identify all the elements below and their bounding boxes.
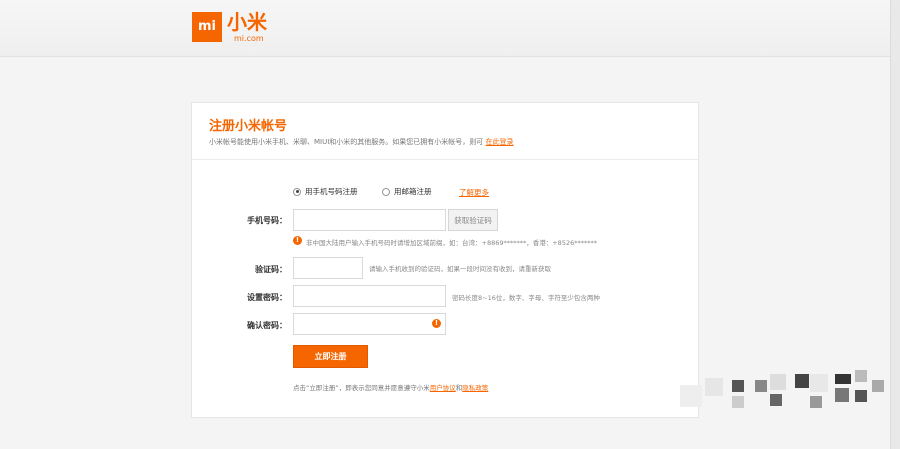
info-icon: ! [293,236,302,245]
register-method-options: 用手机号码注册 用邮箱注册 了解更多 [293,186,593,200]
mi-logo-icon[interactable]: mi [192,12,222,42]
code-label: 验证码： [255,265,287,274]
confirm-password-input[interactable] [293,313,446,335]
code-hint: 请输入手机收到的验证码，如果一段时间没有收到，请重新获取 [369,265,551,273]
radio-unchecked-icon[interactable] [382,187,390,196]
pixelated-watermark [660,360,890,449]
radio-phone-register[interactable]: 用手机号码注册 [293,186,358,197]
verification-code-input[interactable] [293,257,363,279]
learn-more-link[interactable]: 了解更多 [459,187,489,198]
login-link[interactable]: 在此登录 [486,138,514,146]
radio-phone-label: 用手机号码注册 [305,187,358,196]
scrollbar[interactable] [890,0,900,449]
password-label: 设置密码： [247,293,287,302]
register-card: 注册小米帐号 小米帐号能使用小米手机、米聊、MIUI和小米的其他服务。如果您已拥… [191,102,699,418]
privacy-policy-link[interactable]: 隐私政策 [462,384,488,392]
phone-label: 手机号码： [247,216,287,225]
radio-email-label: 用邮箱注册 [394,187,432,196]
phone-input[interactable] [293,209,446,231]
terms-prefix: 点击“立即注册”，即表示您同意并愿意遵守小米 [293,384,430,392]
card-header: 注册小米帐号 小米帐号能使用小米手机、米聊、MIUI和小米的其他服务。如果您已拥… [192,103,698,160]
user-agreement-link[interactable]: 用户协议 [430,384,456,392]
password-input[interactable] [293,285,446,307]
warning-icon: ! [432,319,441,328]
register-button[interactable]: 立即注册 [293,345,368,368]
logo-wordmark[interactable]: 小米 [227,10,267,34]
radio-email-register[interactable]: 用邮箱注册 [382,186,432,197]
subtitle-text: 小米帐号能使用小米手机、米聊、MIUI和小米的其他服务。如果您已拥有小米帐号，则… [209,138,484,146]
phone-hint: 非中国大陆用户输入手机号码时请增加区域前缀，如：台湾：+8869*******，… [306,239,597,247]
radio-checked-icon[interactable] [293,187,301,196]
logo-domain: mi.com [234,34,264,43]
get-code-button[interactable]: 获取验证码 [448,209,498,231]
confirm-password-label: 确认密码： [247,321,287,330]
terms-notice: 点击“立即注册”，即表示您同意并愿意遵守小米用户协议和隐私政策 [293,382,488,392]
page-title: 注册小米帐号 [209,119,288,134]
password-hint: 密码长度8~16位，数字、字母、字符至少包含两种 [452,294,600,302]
card-subtitle: 小米帐号能使用小米手机、米聊、MIUI和小米的其他服务。如果您已拥有小米帐号，则… [209,137,514,147]
top-header: mi 小米 mi.com [0,0,900,57]
